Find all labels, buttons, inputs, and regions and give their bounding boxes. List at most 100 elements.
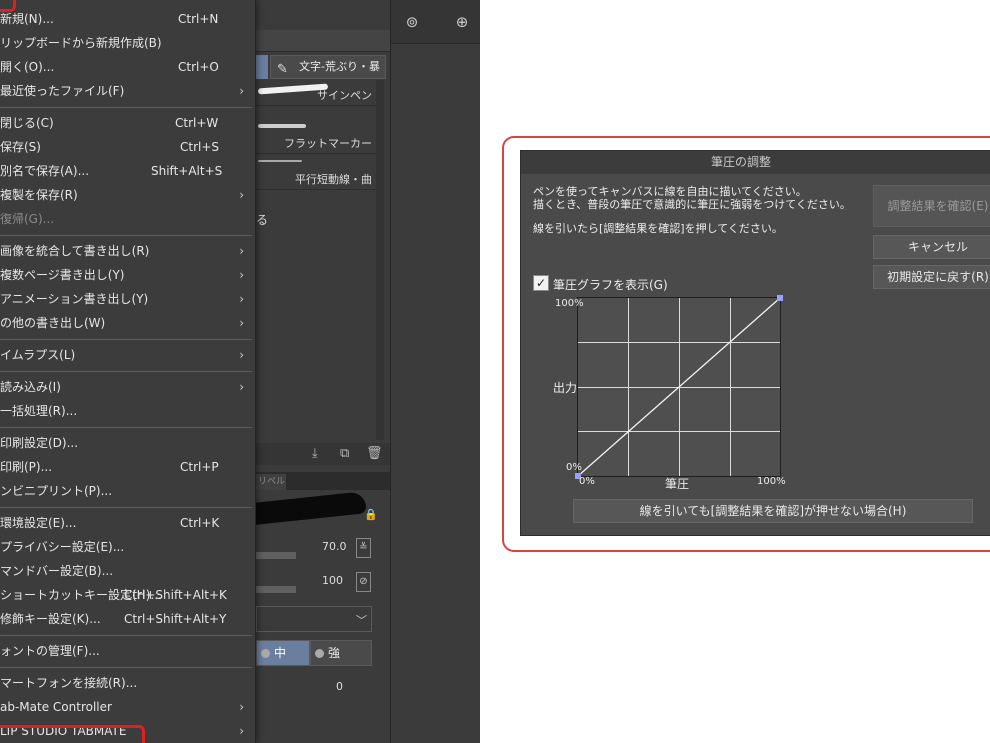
menu-item-smartphone[interactable]: マートフォンを接続(R)... [0, 671, 252, 695]
graph-y-min-label: 0% [566, 462, 582, 473]
pressure-curve-line[interactable] [578, 298, 780, 476]
graph-y-max-label: 100% [555, 298, 584, 309]
menu-item-save[interactable]: 保存(S) Ctrl+S [0, 135, 252, 159]
trash-icon[interactable]: 🗑 [366, 446, 383, 461]
strength-strong-option[interactable]: 強 [310, 640, 372, 666]
menu-item-shortcut-settings[interactable]: ショートカットキー設定(H)... Ctrl+Shift+Alt+K [0, 583, 252, 607]
right-panel: ⊚ ⊕ [390, 0, 480, 743]
brush-list-scrollbar[interactable] [376, 80, 384, 440]
lock-icon[interactable]: 🔒 [364, 508, 378, 521]
pressure-curve[interactable] [578, 298, 780, 476]
menu-item-label: マートフォンを接続(R)... [0, 676, 138, 690]
show-graph-checkbox[interactable]: ✓ [533, 275, 549, 291]
menu-item-save-duplicate[interactable]: 複製を保存(R) › [0, 183, 252, 207]
menu-item-label: リップボードから新規作成(B) [0, 36, 162, 50]
menu-item-shortcut: Ctrl+O [178, 60, 219, 74]
menu-item-label: 別名で保存(A)... [0, 164, 90, 178]
brush-group-tab[interactable]: ✎ 文字-荒ぶり・暴 [270, 55, 386, 79]
opacity-row[interactable]: 100 ⊘ [256, 572, 390, 596]
menu-item-privacy[interactable]: プライバシー設定(E)... [0, 535, 252, 559]
submenu-arrow-icon: › [239, 244, 244, 258]
duplicate-icon[interactable]: ⧉ [340, 446, 349, 461]
download-icon[interactable]: ⤓ [312, 446, 318, 461]
opacity-toggle-button[interactable]: ⊘ [356, 572, 371, 592]
opacity-slider[interactable] [256, 586, 296, 593]
brush-size-value: 70.0 [322, 540, 347, 553]
menu-item-import[interactable]: 読み込み(I) › [0, 375, 252, 399]
navigator-icon[interactable]: ⊚ [401, 11, 423, 33]
highlight-mark-bottom [0, 725, 145, 743]
menu-item-label: 閉じる(C) [0, 116, 54, 130]
submenu-arrow-icon: › [239, 188, 244, 202]
menu-item-shortcut: Ctrl+N [178, 12, 219, 26]
menu-item-save-as[interactable]: 別名で保存(A)... Shift+Alt+S [0, 159, 252, 183]
menu-item-convenience-print[interactable]: ンビニプリント(P)... [0, 479, 252, 503]
extra-setting-row[interactable]: 0 [256, 678, 390, 702]
menu-item-label: 開く(O)... [0, 60, 55, 74]
pressure-toggle-button[interactable]: ≚ [356, 538, 371, 558]
submenu-arrow-icon: › [239, 268, 244, 282]
submenu-arrow-icon: › [239, 348, 244, 362]
menu-item-recent-files[interactable]: 最近使ったファイル(F) › [0, 79, 252, 103]
reset-defaults-button[interactable]: 初期設定に戻す(R) [873, 265, 990, 289]
menu-item-shortcut: Ctrl+P [180, 460, 219, 474]
menu-separator [0, 107, 252, 108]
instruction-line-2: 描くとき、普段の筆圧で意識的に筆圧に強弱をつけてください。 [533, 198, 851, 211]
brush-size-row[interactable]: 70.0 ≚ [256, 538, 390, 562]
menu-item-shortcut: Ctrl+K [180, 516, 220, 530]
pen-icon: ✎ [277, 62, 288, 77]
menu-item-label: ォントの管理(F)... [0, 644, 100, 658]
menu-item-preferences[interactable]: 環境設定(E)... Ctrl+K [0, 511, 252, 535]
menu-item-print-settings[interactable]: 印刷設定(D)... [0, 431, 252, 455]
menu-item-modifier-keys[interactable]: 修飾キー設定(K)... Ctrl+Shift+Alt+Y [0, 607, 252, 631]
menu-item-revert[interactable]: 復帰(G)... [0, 207, 252, 231]
strength-medium-label: 中 [274, 646, 287, 660]
submenu-arrow-icon: › [239, 724, 244, 738]
brush-name: フラットマーカー [284, 137, 372, 150]
pressure-graph[interactable] [575, 295, 783, 479]
menu-item-shortcut: Ctrl+S [180, 140, 220, 154]
brush-group-tab-selected[interactable] [256, 55, 268, 79]
menu-item-label: 環境設定(E)... [0, 516, 77, 530]
menu-item-tab-mate-controller[interactable]: ab-Mate Controller › [0, 695, 252, 719]
menu-item-label: 修飾キー設定(K)... [0, 612, 101, 626]
menu-item-export-single[interactable]: 画像を統合して書き出し(R) › [0, 239, 252, 263]
menu-item-batch[interactable]: 一括処理(R)... [0, 399, 252, 423]
menu-item-close[interactable]: 閉じる(C) Ctrl+W [0, 111, 252, 135]
graph-y-axis-label: 出力 [553, 381, 578, 395]
brush-item[interactable]: サインペン [256, 82, 376, 106]
menu-item-new-from-clipboard[interactable]: リップボードから新規作成(B) [0, 31, 252, 55]
brush-item[interactable]: フラットマーカー [256, 106, 376, 154]
blend-mode-dropdown[interactable]: ﹀ [256, 606, 372, 632]
menu-item-label: 最近使ったファイル(F) [0, 84, 125, 98]
menu-item-command-bar[interactable]: マンドバー設定(B)... [0, 559, 252, 583]
property-tab[interactable]: リペル [256, 474, 286, 490]
graph-x-min-label: 0% [579, 476, 595, 487]
menu-item-new[interactable]: 新規(N)... Ctrl+N [0, 7, 252, 31]
instruction-line-3: 線を引いたら[調整結果を確認]を押してください。 [533, 222, 783, 235]
menu-item-shortcut: Ctrl+W [175, 116, 219, 130]
menu-item-label: マンドバー設定(B)... [0, 564, 114, 578]
menu-item-export-multiple[interactable]: 複数ページ書き出し(Y) › [0, 263, 252, 287]
panel-tab-bar [256, 30, 390, 52]
menu-item-export-animation[interactable]: アニメーション書き出し(Y) › [0, 287, 252, 311]
menu-item-print[interactable]: 印刷(P)... Ctrl+P [0, 455, 252, 479]
submenu-arrow-icon: › [239, 292, 244, 306]
brush-item[interactable]: 平行短動線・曲 [256, 154, 376, 190]
confirm-result-button[interactable]: 調整結果を確認(E) [873, 185, 990, 227]
help-cannot-confirm-button[interactable]: 線を引いても[調整結果を確認]が押せない場合(H) [573, 499, 973, 523]
cancel-button[interactable]: キャンセル [873, 235, 990, 259]
file-menu: 新規(N)... Ctrl+N リップボードから新規作成(B) 開く(O)... C… [0, 0, 256, 743]
property-tab-label: リペル [258, 477, 286, 487]
menu-item-font-manager[interactable]: ォントの管理(F)... [0, 639, 252, 663]
new-layer-icon[interactable]: ⊕ [451, 11, 473, 33]
menu-item-timelapse[interactable]: イムラプス(L) › [0, 343, 252, 367]
menu-item-label: 画像を統合して書き出し(R) [0, 244, 150, 258]
menu-item-open[interactable]: 開く(O)... Ctrl+O [0, 55, 252, 79]
menu-item-export-other[interactable]: の他の書き出し(W) › [0, 311, 252, 335]
brush-size-slider[interactable] [256, 552, 296, 559]
strength-medium-option[interactable]: 中 [256, 640, 310, 666]
curve-handle-end[interactable] [777, 295, 783, 301]
graph-x-max-label: 100% [757, 476, 786, 487]
menu-item-shortcut: Ctrl+Shift+Alt+K [124, 588, 227, 602]
